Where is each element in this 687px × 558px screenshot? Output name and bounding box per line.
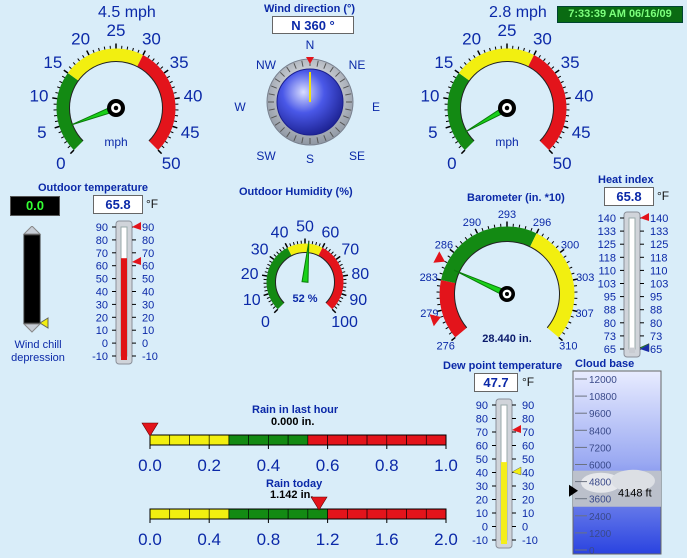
- scale-label: 0.4: [197, 530, 221, 549]
- rain-bar-segment: [327, 508, 348, 520]
- rain-bar-segment: [228, 508, 249, 520]
- rain-bar-segment: [347, 508, 368, 520]
- rain-pointer: [310, 496, 328, 511]
- rain-bar-segment: [425, 508, 447, 520]
- rain-bar-segment: [149, 508, 171, 520]
- rain-bar-segment: [248, 508, 269, 520]
- rain-bar-segment: [386, 508, 407, 520]
- rain-today-bar: 0.0 0.4 0.8 1.2 1.6 2.0: [138, 496, 458, 549]
- rain-bar-segment: [366, 508, 388, 520]
- scale-label: 0.8: [257, 530, 281, 549]
- scale-label: 0.0: [138, 530, 162, 549]
- rain-bar-segment: [287, 508, 309, 520]
- rain-bar-segment: [268, 508, 289, 520]
- weather-dashboard: 7:33:39 AM 06/16/09 4.5 mph 0 5 10 15 20 25 30…: [0, 0, 687, 558]
- rain-bar-segment: [406, 508, 427, 520]
- scale-label: 2.0: [434, 530, 458, 549]
- rain-bar-segment: [169, 508, 190, 520]
- rain-bar-segment: [307, 508, 328, 520]
- rain-bar-segment: [208, 508, 230, 520]
- scale-label: 1.6: [375, 530, 399, 549]
- scale-label: 1.2: [316, 530, 340, 549]
- rain-bar-segment: [189, 508, 210, 520]
